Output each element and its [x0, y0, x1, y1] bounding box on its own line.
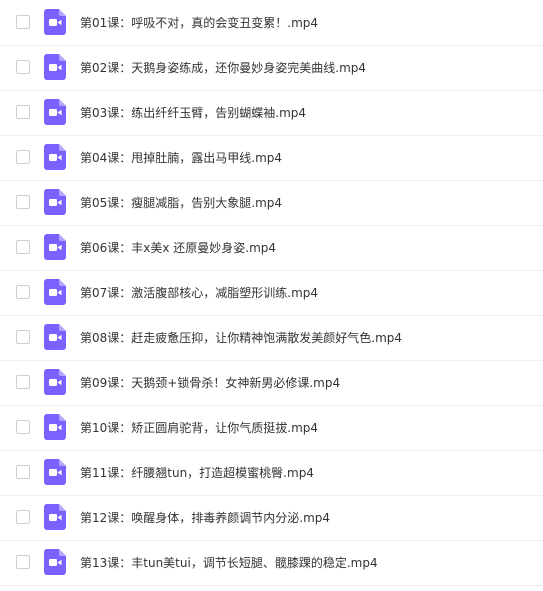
file-name[interactable]: 第01课：呼吸不对，真的会变丑变累！.mp4 — [80, 15, 318, 31]
row-checkbox[interactable] — [16, 60, 30, 74]
row-checkbox[interactable] — [16, 375, 30, 389]
video-file-icon — [44, 99, 66, 125]
file-name[interactable]: 第13课：丰tun美tui，调节长短腿、髋膝踝的稳定.mp4 — [80, 555, 378, 571]
file-name[interactable]: 第12课：唤醒身体，排毒养颜调节内分泌.mp4 — [80, 510, 330, 526]
file-name[interactable]: 第10课：矫正圆肩驼背，让你气质挺拔.mp4 — [80, 420, 318, 436]
file-name[interactable]: 第11课：纤腰翘tun，打造超模蜜桃臀.mp4 — [80, 465, 314, 481]
file-row[interactable]: 第09课：天鹅颈+锁骨杀！女神新男必修课.mp4 — [0, 361, 543, 406]
file-name[interactable]: 第06课：丰x美x 还原曼妙身姿.mp4 — [80, 240, 276, 256]
video-file-icon — [44, 369, 66, 395]
row-checkbox[interactable] — [16, 240, 30, 254]
file-name[interactable]: 第09课：天鹅颈+锁骨杀！女神新男必修课.mp4 — [80, 375, 340, 391]
row-checkbox[interactable] — [16, 510, 30, 524]
file-row[interactable]: 第01课：呼吸不对，真的会变丑变累！.mp4 — [0, 0, 543, 46]
file-name[interactable]: 第07课：激活腹部核心，减脂塑形训练.mp4 — [80, 285, 318, 301]
row-checkbox[interactable] — [16, 465, 30, 479]
file-name[interactable]: 第03课：练出纤纤玉臂，告别蝴蝶袖.mp4 — [80, 105, 306, 121]
video-file-icon — [44, 504, 66, 530]
row-checkbox[interactable] — [16, 105, 30, 119]
file-row[interactable]: 第06课：丰x美x 还原曼妙身姿.mp4 — [0, 226, 543, 271]
row-checkbox[interactable] — [16, 330, 30, 344]
row-checkbox[interactable] — [16, 150, 30, 164]
row-checkbox[interactable] — [16, 285, 30, 299]
row-checkbox[interactable] — [16, 420, 30, 434]
video-file-icon — [44, 144, 66, 170]
file-row[interactable]: 第12课：唤醒身体，排毒养颜调节内分泌.mp4 — [0, 496, 543, 541]
video-file-icon — [44, 234, 66, 260]
file-name[interactable]: 第05课：瘦腿减脂，告别大象腿.mp4 — [80, 195, 282, 211]
file-list: 第01课：呼吸不对，真的会变丑变累！.mp4 第02课：天鹅身姿练成，还你曼妙身姿… — [0, 0, 543, 591]
row-checkbox[interactable] — [16, 14, 30, 29]
file-row[interactable]: 第08课：赶走疲惫压抑，让你精神饱满散发美颜好气色.mp4 — [0, 316, 543, 361]
video-file-icon — [44, 549, 66, 575]
video-file-icon — [44, 54, 66, 80]
row-checkbox[interactable] — [16, 555, 30, 569]
file-row[interactable]: 第04课：甩掉肚腩，露出马甲线.mp4 — [0, 136, 543, 181]
file-name[interactable]: 第04课：甩掉肚腩，露出马甲线.mp4 — [80, 150, 282, 166]
file-row[interactable]: 第11课：纤腰翘tun，打造超模蜜桃臀.mp4 — [0, 451, 543, 496]
file-name[interactable]: 第02课：天鹅身姿练成，还你曼妙身姿完美曲线.mp4 — [80, 60, 366, 76]
file-row[interactable]: 第05课：瘦腿减脂，告别大象腿.mp4 — [0, 181, 543, 226]
video-file-icon — [44, 414, 66, 440]
video-file-icon — [44, 189, 66, 215]
file-name[interactable]: 第08课：赶走疲惫压抑，让你精神饱满散发美颜好气色.mp4 — [80, 330, 402, 346]
video-file-icon — [44, 8, 66, 35]
file-row[interactable]: 第07课：激活腹部核心，减脂塑形训练.mp4 — [0, 271, 543, 316]
file-row[interactable]: 第10课：矫正圆肩驼背，让你气质挺拔.mp4 — [0, 406, 543, 451]
video-file-icon — [44, 279, 66, 305]
file-row[interactable]: 第13课：丰tun美tui，调节长短腿、髋膝踝的稳定.mp4 — [0, 541, 543, 586]
video-file-icon — [44, 324, 66, 350]
file-row[interactable]: 第02课：天鹅身姿练成，还你曼妙身姿完美曲线.mp4 — [0, 46, 543, 91]
video-file-icon — [44, 459, 66, 485]
file-row[interactable]: 第03课：练出纤纤玉臂，告别蝴蝶袖.mp4 — [0, 91, 543, 136]
row-checkbox[interactable] — [16, 195, 30, 209]
